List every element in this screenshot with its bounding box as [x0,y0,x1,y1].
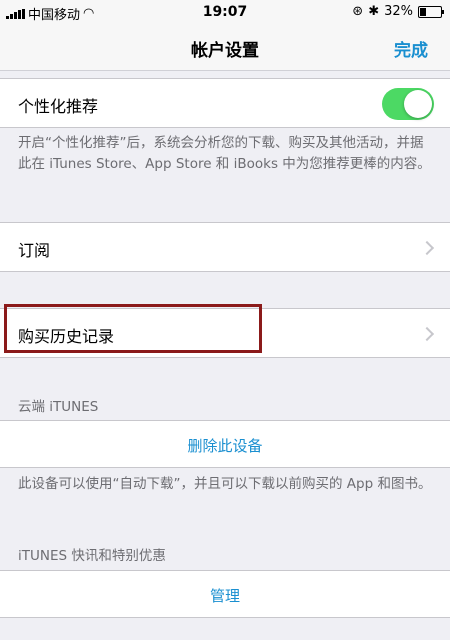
cloud-description: 此设备可以使用“自动下载”，并且可以下载以前购买的 App 和图书。 [18,476,432,492]
toggle-knob [404,90,432,118]
remove-device-button[interactable]: 删除此设备 [0,435,450,456]
personalized-row: 个性化推荐 [0,78,450,128]
news-section-header: iTUNES 快讯和特别优惠 [18,548,166,564]
personalized-label: 个性化推荐 [18,97,99,116]
remove-device-row: 删除此设备 [0,420,450,468]
chevron-right-icon [419,326,435,342]
rotation-lock-icon: ⊛ [352,4,364,19]
battery-icon [418,5,444,18]
subscriptions-row[interactable]: 订阅 [0,222,450,272]
highlight-box [4,304,262,353]
bluetooth-icon: ✱ [368,4,380,19]
page-title: 帐户设置 [191,41,259,61]
personalized-toggle[interactable] [382,88,434,120]
manage-button[interactable]: 管理 [0,585,450,606]
navigation-bar: 帐户设置 完成 [0,26,450,71]
chevron-right-icon [419,240,435,256]
status-bar: 中国移动 ◠ 19:07 ⊛ ✱ 32% [0,0,450,26]
cloud-section-header: 云端 iTUNES [18,399,99,415]
manage-row: 管理 [0,570,450,618]
personalized-description: 开启“个性化推荐”后，系统会分析您的下载、购买及其他活动，并据此在 iTunes… [18,135,431,172]
done-button[interactable]: 完成 [394,36,428,61]
battery-percent: 32% [384,4,413,19]
subscriptions-label: 订阅 [18,241,51,260]
battery-fill [420,7,426,16]
